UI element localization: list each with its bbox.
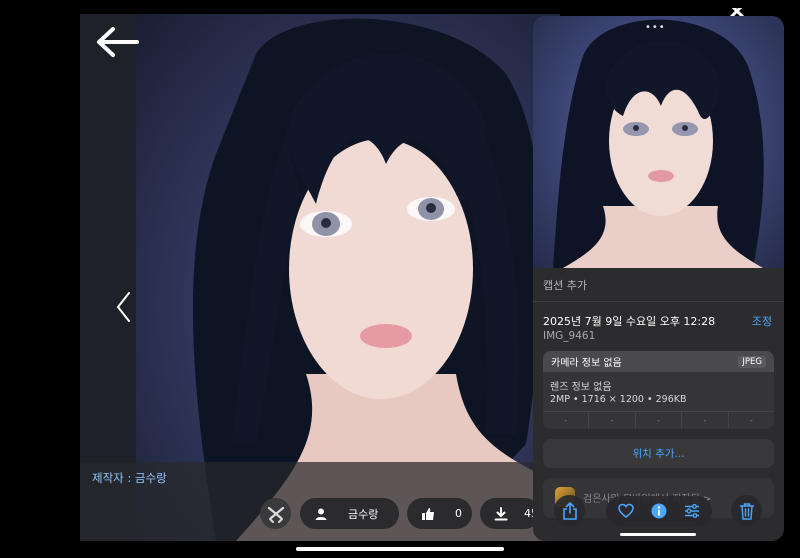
class-button[interactable] (260, 498, 291, 529)
caption-input[interactable]: 캡션 추가 (543, 277, 587, 293)
creator-label: 제작자 : 금수랑 (92, 471, 167, 485)
like-button[interactable]: 0 (407, 498, 472, 529)
exif-values-row: - - - - - (543, 411, 774, 429)
home-indicator (296, 547, 504, 551)
photo-info-panel: ••• 캡션 추가 2025년 7월 9일 수요일 오후 12:28 조정 IM… (533, 16, 784, 541)
adjust-datetime-button[interactable]: 조정 (752, 313, 772, 329)
info-icon[interactable] (651, 503, 667, 519)
add-location-button[interactable]: 위치 추가... (543, 439, 774, 468)
exif-card: 카메라 정보 없음 JPEG 렌즈 정보 없음 2MP • 1716 × 120… (543, 351, 774, 429)
panel-home-indicator (620, 533, 696, 536)
crossed-guns-icon (267, 506, 284, 523)
download-icon (494, 506, 508, 520)
chevron-left-icon (116, 292, 130, 322)
lens-info: 렌즈 정보 없음 (550, 382, 612, 393)
exif-iso: - (564, 416, 568, 425)
exif-ev: - (634, 412, 681, 429)
photo-datetime: 2025년 7월 9일 수요일 오후 12:28 (543, 315, 716, 328)
center-toolbar (606, 496, 712, 526)
thumbnail-illustration (553, 19, 764, 268)
sliders-icon[interactable] (684, 503, 700, 519)
arrow-left-icon (97, 27, 139, 57)
exif-aperture: - (681, 412, 727, 429)
image-specs: 2MP • 1716 × 1200 • 296KB (550, 394, 687, 405)
exif-focal: - (588, 412, 634, 429)
like-count: 0 (455, 507, 462, 520)
photo-thumbnail[interactable]: ••• (533, 16, 784, 268)
thumbs-up-icon (422, 507, 434, 520)
exif-shutter: - (727, 412, 774, 429)
previous-image-button[interactable] (114, 290, 134, 324)
exif-header: 카메라 정보 없음 JPEG (543, 351, 774, 372)
person-icon (315, 508, 327, 520)
format-badge: JPEG (738, 355, 766, 368)
divider (533, 301, 784, 302)
back-button[interactable] (94, 22, 140, 62)
share-icon (562, 501, 577, 520)
heart-icon[interactable] (618, 503, 634, 519)
delete-button[interactable] (731, 495, 762, 526)
share-button[interactable] (554, 495, 585, 526)
photo-filename: IMG_9461 (543, 330, 596, 342)
camera-info: 카메라 정보 없음 (551, 358, 622, 369)
trash-icon (739, 502, 754, 520)
more-options[interactable]: ••• (645, 22, 666, 33)
image-viewer: 제작자 : 금수랑 (80, 14, 560, 541)
author-name: 금수랑 (348, 507, 379, 521)
download-button[interactable]: 45 (480, 498, 540, 529)
author-chip[interactable]: 금수랑 (300, 498, 399, 529)
